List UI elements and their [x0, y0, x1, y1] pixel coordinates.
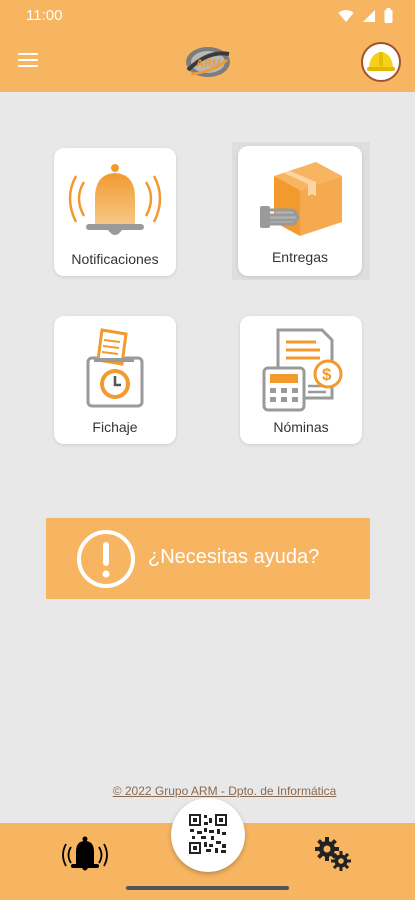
time-clock-card-icon	[86, 328, 144, 408]
battery-icon	[384, 8, 393, 23]
hardhat-avatar-icon	[367, 52, 395, 71]
hamburger-menu-icon[interactable]	[18, 49, 44, 73]
svg-text:ARM: ARM	[196, 58, 221, 70]
status-time: 11:00	[26, 7, 63, 24]
bell-ringing-icon	[68, 164, 162, 235]
tile-label-notificaciones: Notificaciones	[71, 251, 159, 267]
status-bar: 11:00	[0, 0, 415, 32]
qr-code-icon	[189, 814, 227, 854]
gears-icon[interactable]	[313, 835, 353, 873]
wifi-icon	[338, 9, 354, 22]
tile-nominas[interactable]: $ Nóminas	[240, 316, 362, 444]
help-label: ¿Necesitas ayuda?	[148, 546, 320, 568]
tile-fichaje[interactable]: Fichaje	[54, 316, 176, 444]
payroll-calculator-icon: $	[262, 328, 343, 412]
status-icons	[338, 8, 393, 23]
exclamation-circle-icon	[77, 530, 135, 588]
tile-label-nominas: Nóminas	[273, 419, 329, 435]
qr-scan-button[interactable]	[171, 798, 245, 872]
bell-ringing-icon[interactable]	[62, 835, 108, 875]
copyright-link[interactable]: © 2022 Grupo ARM - Dpto. de Informática	[0, 784, 415, 798]
package-delivery-icon	[260, 162, 342, 236]
tile-label-entregas: Entregas	[271, 249, 329, 265]
svg-text:$: $	[322, 365, 332, 384]
tile-notificaciones[interactable]: Notificaciones	[54, 148, 176, 276]
app-bar: ARM	[0, 32, 415, 92]
tile-label-fichaje: Fichaje	[92, 419, 138, 435]
tile-entregas[interactable]: Entregas	[238, 146, 362, 276]
signal-icon	[363, 9, 375, 22]
avatar[interactable]	[361, 42, 401, 82]
help-button[interactable]: ¿Necesitas ayuda?	[46, 518, 370, 599]
arm-logo: ARM	[186, 47, 230, 77]
gesture-bar	[126, 886, 289, 890]
